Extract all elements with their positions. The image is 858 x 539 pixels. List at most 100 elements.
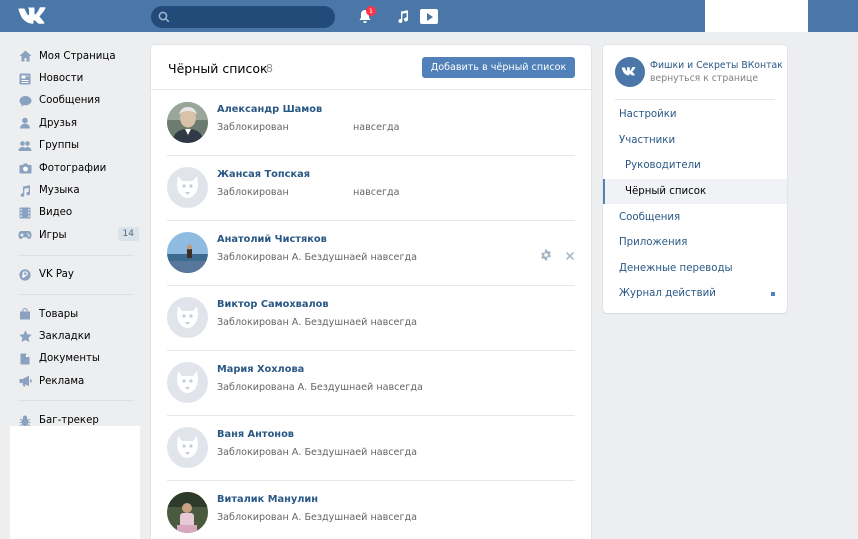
menu-item-settings[interactable]: Настройки [603,102,787,127]
menu-item-action-log[interactable]: Журнал действий [603,281,787,306]
community-management-menu: Фишки и Секреты ВКонтакте вернуться к ст… [603,45,787,313]
user-name-link[interactable]: Анатолий Чистяков [217,234,327,245]
messages-icon [18,94,32,108]
menu-item-messages[interactable]: Сообщения [603,205,787,230]
sidebar-item-friends[interactable]: Друзья [10,112,140,134]
table-row: Жансая Топская Заблокирован навсегда [167,156,575,221]
sidebar-item-bookmarks[interactable]: Закладки [10,325,140,347]
sidebar-item-groups[interactable]: Группы [10,135,140,157]
table-row: Ваня Антонов Заблокирован А. Бездушнаей … [167,416,575,481]
sidebar-item-label: Баг-трекер [39,415,99,427]
sidebar-item-ads[interactable]: Реклама [10,370,140,392]
top-header: 1 [0,0,858,32]
table-row: Александр Шамов Заблокирован навсегда [167,91,575,156]
back-to-page-link[interactable]: вернуться к странице [650,73,758,84]
sidebar-item-label: VK Pay [39,269,74,281]
notification-badge: 1 [366,6,376,16]
user-name-link[interactable]: Александр Шамов [217,104,322,115]
close-icon[interactable] [565,251,575,261]
block-status: Заблокирован А. Бездушнаей навсегда [217,317,418,328]
left-sidebar: Моя Страница Новости Сообщения Друзья Гр… [10,45,140,432]
block-status: Заблокирован А. Бездушнаей навсегда [217,512,418,523]
divider [18,254,134,256]
menu-item-money-transfers[interactable]: Денежные переводы [603,256,787,281]
document-icon [18,352,32,366]
sidebar-item-label: Сообщения [39,95,101,107]
add-to-blacklist-button[interactable]: Добавить в чёрный список [422,57,575,78]
menu-item-blacklist[interactable]: Чёрный список [603,179,787,204]
user-name-link[interactable]: Жансая Топская [217,169,310,180]
sidebar-item-news[interactable]: Новости [10,67,140,89]
search-icon [158,11,170,23]
divider [18,400,134,402]
avatar[interactable] [167,232,208,273]
divider [615,99,775,100]
gear-icon[interactable] [540,249,552,261]
block-status: Заблокирована А. Бездушнаей навсегда [217,382,423,393]
sidebar-item-label: Фотографии [39,162,107,174]
sidebar-item-video[interactable]: Видео [10,202,140,224]
search-input[interactable] [151,6,335,28]
block-term: навсегда [353,122,400,133]
avatar[interactable] [167,102,208,143]
blacklist-count: 8 [266,62,273,75]
sidebar-item-vkpay[interactable]: VK Pay [10,264,140,286]
new-indicator-dot [771,292,775,296]
sidebar-item-my-page[interactable]: Моя Страница [10,45,140,67]
sidebar-item-label: Музыка [39,185,80,197]
sidebar-item-label: Видео [39,207,73,219]
avatar[interactable] [167,427,208,468]
block-status: Заблокирован А. Бездушнаей навсегда [217,252,418,263]
music-note-icon[interactable] [396,10,410,24]
group-avatar[interactable] [615,57,645,87]
sidebar-item-goods[interactable]: Товары [10,303,140,325]
groups-icon [18,139,32,153]
star-icon [18,329,32,343]
table-row: Мария Хохлова Заблокирована А. Бездушнае… [167,351,575,416]
camera-icon [18,161,32,175]
video-icon [18,206,32,220]
block-status: Заблокирован А. Бездушнаей навсегда [217,447,418,458]
user-name-link[interactable]: Ваня Антонов [217,429,294,440]
vkpay-icon [18,268,32,282]
block-status: Заблокирован [217,187,289,198]
sidebar-item-label: Группы [39,140,80,152]
divider [18,293,134,295]
table-row: Анатолий Чистяков Заблокирован А. Бездуш… [167,221,575,286]
page-title: Чёрный список [168,61,268,76]
sidebar-item-music[interactable]: Музыка [10,179,140,201]
avatar[interactable] [167,167,208,208]
user-name-link[interactable]: Виталик Манулин [217,494,318,505]
sidebar-item-label: Реклама [39,375,85,387]
block-status: Заблокирован [217,122,289,133]
sidebar-ad-area [10,426,140,539]
table-row: Виктор Самохвалов Заблокирован А. Бездуш… [167,286,575,351]
menu-item-managers[interactable]: Руководители [603,153,787,178]
sidebar-item-label: Новости [39,73,84,85]
avatar[interactable] [167,492,208,533]
card-header: Чёрный список 8 Добавить в чёрный список [151,45,591,90]
profile-area[interactable] [705,0,808,32]
play-icon[interactable] [420,9,438,24]
table-row: Виталик Манулин Заблокирован А. Бездушна… [167,481,575,539]
menu-item-apps[interactable]: Приложения [603,230,787,255]
news-icon [18,72,32,86]
user-name-link[interactable]: Мария Хохлова [217,364,304,375]
friends-icon [18,116,32,130]
sidebar-item-games[interactable]: Игры 14 [10,224,140,246]
blacklist-card: Чёрный список 8 Добавить в чёрный список… [151,45,591,539]
sidebar-item-label: Закладки [39,330,91,342]
user-name-link[interactable]: Виктор Самохвалов [217,299,329,310]
avatar[interactable] [167,297,208,338]
sidebar-item-label: Товары [39,308,79,320]
vk-logo-icon[interactable] [18,7,48,25]
sidebar-item-messages[interactable]: Сообщения [10,90,140,112]
home-icon [18,49,32,63]
music-icon [18,184,32,198]
group-name-link[interactable]: Фишки и Секреты ВКонтакте [650,60,782,71]
sidebar-item-photos[interactable]: Фотографии [10,157,140,179]
sidebar-item-documents[interactable]: Документы [10,348,140,370]
menu-item-members[interactable]: Участники [603,128,787,153]
avatar[interactable] [167,362,208,403]
games-icon [18,228,32,242]
